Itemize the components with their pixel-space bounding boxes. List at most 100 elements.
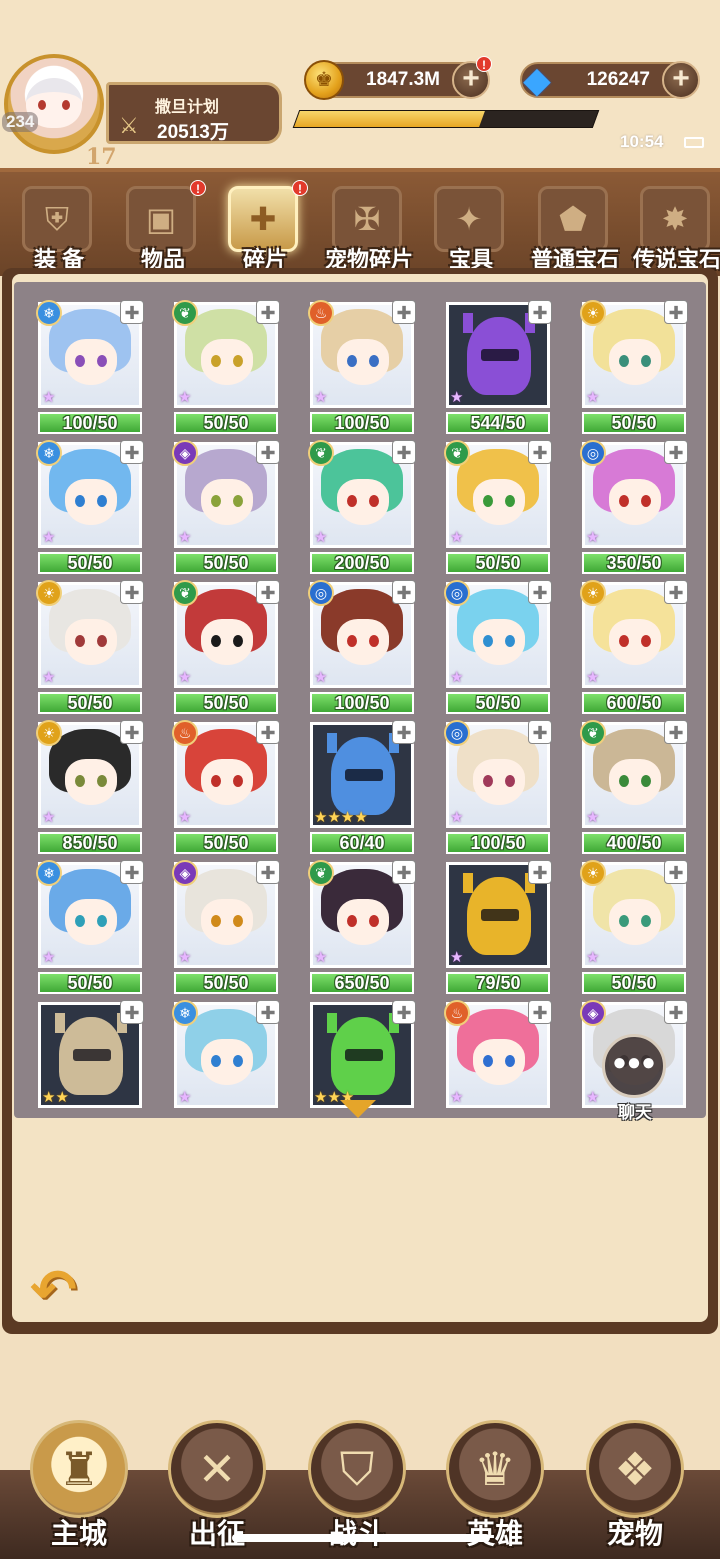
- hero-eye: [369, 495, 379, 507]
- fragment-item[interactable]: ❄ ✚ ★: [172, 1000, 282, 1138]
- ice-element-icon: ❄: [36, 440, 62, 466]
- nav-button-0[interactable]: ♜ 主城: [24, 1420, 134, 1559]
- fragment-count: 50/50: [38, 692, 142, 714]
- hero-eye: [641, 915, 651, 927]
- fire-element-icon: ♨: [444, 1000, 470, 1026]
- hero-eye: [347, 915, 357, 927]
- hero-face: [65, 339, 117, 385]
- fragment-item[interactable]: ◈ ✚ ★ 50/50: [172, 440, 282, 578]
- tab-4[interactable]: ✦ 宝具: [422, 182, 520, 272]
- light-element-icon: ☀: [36, 580, 62, 606]
- fragment-item[interactable]: ◎ ✚ ★ 50/50: [444, 580, 554, 718]
- fragment-item[interactable]: ❦ ✚ ★ 50/50: [444, 440, 554, 578]
- hero-eye: [211, 355, 221, 367]
- tab-0[interactable]: ⛨ 装 备: [10, 182, 108, 272]
- nav-label: 英雄: [466, 1518, 523, 1549]
- hero-face: [201, 1039, 253, 1085]
- hero-eye: [505, 495, 515, 507]
- fragment-item[interactable]: ❦ ✚ ★ 400/50: [580, 720, 690, 858]
- fragment-item[interactable]: ❦ ✚ ★ 50/50: [172, 300, 282, 438]
- fragment-item[interactable]: ♨ ✚ ★: [444, 1000, 554, 1138]
- fragment-item[interactable]: ☀ ✚ ★ 50/50: [580, 860, 690, 998]
- gem-value: 126247: [586, 69, 650, 90]
- fragment-item[interactable]: ✚ ★★★★ 60/40: [308, 720, 418, 858]
- puzzle-piece-icon: ✚: [664, 720, 688, 744]
- inventory-panel-inner: ❄ ✚ ★ 100/50 ❦ ✚ ★ 50/50 ♨ ✚ ★ 100/50 ✚ ★ 544/50 ☀ ✚ ★ 50/…: [12, 274, 708, 1322]
- tab-6[interactable]: ✸ 传说宝石: [628, 182, 720, 272]
- nav-label: 主城: [50, 1518, 107, 1549]
- fragment-count: 50/50: [174, 972, 278, 994]
- fragment-count: 650/50: [310, 972, 414, 994]
- fragment-item[interactable]: ❦ ✚ ★ 200/50: [308, 440, 418, 578]
- tab-5[interactable]: ⬟ 普通宝石: [526, 182, 624, 272]
- add-gems-button[interactable]: +: [662, 61, 700, 99]
- fragment-item[interactable]: ☀ ✚ ★ 850/50: [36, 720, 146, 858]
- puzzle-piece-icon: ✚: [528, 440, 552, 464]
- fragment-count: 100/50: [310, 412, 414, 434]
- fragment-item[interactable]: ☀ ✚ ★ 600/50: [580, 580, 690, 718]
- fragment-item[interactable]: ❦ ✚ ★ 650/50: [308, 860, 418, 998]
- fragment-count: 400/50: [582, 832, 686, 854]
- fragment-card: ✚ ★★★★: [310, 720, 416, 828]
- nature-element-icon: ❦: [308, 860, 334, 886]
- fragment-item[interactable]: ◎ ✚ ★ 100/50: [444, 720, 554, 858]
- crossed-axes-icon: ✕: [168, 1420, 266, 1518]
- star-rating: ★: [450, 809, 464, 826]
- puzzle-piece-icon: ✚: [528, 300, 552, 324]
- player-info-panel[interactable]: 撒旦计划 ⚔ 20513万: [106, 82, 282, 144]
- fragment-card: ♨ ✚ ★: [172, 720, 280, 828]
- fragment-item[interactable]: ♨ ✚ ★ 100/50: [308, 300, 418, 438]
- star-rating: ★★: [42, 1089, 69, 1106]
- chat-button[interactable]: ●●●: [602, 1034, 666, 1098]
- puzzle-piece-icon: ✚: [392, 580, 416, 604]
- fragment-item[interactable]: ◎ ✚ ★ 100/50: [308, 580, 418, 718]
- fragment-item[interactable]: ♨ ✚ ★ 50/50: [172, 720, 282, 858]
- star-rating: ★: [586, 949, 600, 966]
- fragment-item[interactable]: ❄ ✚ ★ 50/50: [36, 440, 146, 578]
- nav-button-4[interactable]: ❖ 宠物: [580, 1420, 690, 1559]
- fragment-item[interactable]: ❄ ✚ ★ 100/50: [36, 300, 146, 438]
- fragment-item[interactable]: ✚ ★ 544/50: [444, 300, 554, 438]
- puzzle-piece-icon: ✚: [392, 300, 416, 324]
- fragment-count: 60/40: [310, 832, 414, 854]
- star-rating: ★: [42, 809, 56, 826]
- fragment-item[interactable]: ✚ ★ 79/50: [444, 860, 554, 998]
- fragment-count: 544/50: [446, 412, 550, 434]
- fragment-count: 50/50: [446, 552, 550, 574]
- tab-1[interactable]: ▣ 物品!: [114, 180, 212, 272]
- hero-eye: [97, 635, 107, 647]
- puzzle-piece-icon: ✚: [120, 300, 144, 324]
- fragment-item[interactable]: ✚ ★★: [36, 1000, 146, 1138]
- puzzle-piece-icon: ✚: [392, 440, 416, 464]
- puzzle-piece-icon: ✚: [120, 440, 144, 464]
- back-button[interactable]: ↶: [30, 1262, 102, 1318]
- fragment-card: ❦ ✚ ★: [580, 720, 688, 828]
- fragment-item[interactable]: ◎ ✚ ★ 350/50: [580, 440, 690, 578]
- tab-2[interactable]: ✚ 碎片!: [216, 180, 314, 272]
- fragment-item[interactable]: ◈ ✚ ★ 50/50: [172, 860, 282, 998]
- nature-element-icon: ❦: [172, 580, 198, 606]
- star-rating: ★: [42, 389, 56, 406]
- battle-shield-icon: ⛉: [308, 1420, 406, 1518]
- fragment-item[interactable]: ☀ ✚ ★ 50/50: [36, 580, 146, 718]
- puzzle-piece-icon: ✚: [256, 860, 280, 884]
- star-rating: ★: [178, 809, 192, 826]
- experience-bar: [292, 110, 600, 128]
- top-bar: 234 17 撒旦计划 ⚔ 20513万 ♚ 1847.3M + ! ◆ 126…: [0, 0, 720, 170]
- helmet-visor: [481, 909, 519, 921]
- nav-label: 宠物: [606, 1518, 663, 1549]
- star-rating: ★: [178, 669, 192, 686]
- star-rating: ★: [450, 669, 464, 686]
- hero-eye: [211, 915, 221, 927]
- tab-3[interactable]: ✠ 宠物碎片: [320, 182, 418, 272]
- hero-face: [609, 899, 661, 945]
- helmet-visor: [345, 769, 383, 781]
- fragment-card: ◎ ✚ ★: [444, 720, 552, 828]
- fragment-item[interactable]: ☀ ✚ ★ 50/50: [580, 300, 690, 438]
- hero-eye: [619, 355, 629, 367]
- fragment-item[interactable]: ❦ ✚ ★ 50/50: [172, 580, 282, 718]
- player-level: 234: [2, 112, 39, 132]
- fragment-item[interactable]: ❄ ✚ ★ 50/50: [36, 860, 146, 998]
- fragment-card: ❄ ✚ ★: [172, 1000, 280, 1108]
- star-rating: ★: [586, 389, 600, 406]
